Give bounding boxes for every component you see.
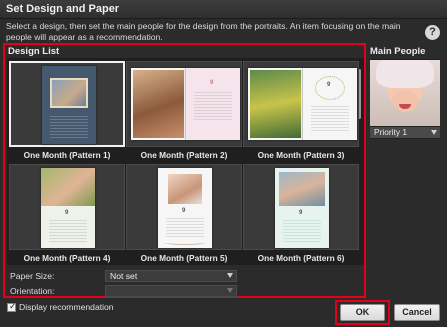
paper-size-label: Paper Size: bbox=[10, 271, 55, 281]
design-thumb-2[interactable]: 9 bbox=[126, 61, 242, 147]
design-thumb-6[interactable]: 9 bbox=[243, 164, 359, 250]
design-label-3: One Month (Pattern 3) bbox=[257, 150, 345, 160]
design-label-4: One Month (Pattern 4) bbox=[23, 253, 111, 263]
priority-value: Priority 1 bbox=[374, 127, 408, 137]
display-recommendation-label: Display recommendation bbox=[19, 302, 114, 312]
orientation-select[interactable] bbox=[105, 285, 237, 297]
design-label-2: One Month (Pattern 2) bbox=[140, 150, 228, 160]
chevron-down-icon bbox=[227, 273, 233, 278]
design-label-5: One Month (Pattern 5) bbox=[140, 253, 228, 263]
chevron-down-icon bbox=[227, 288, 233, 293]
cancel-button[interactable]: Cancel bbox=[394, 304, 440, 321]
design-thumb-3[interactable]: 9 bbox=[243, 61, 359, 147]
design-label-6: One Month (Pattern 6) bbox=[257, 253, 345, 263]
design-label-1: One Month (Pattern 1) bbox=[23, 150, 111, 160]
main-people-title: Main People bbox=[370, 46, 426, 57]
paper-size-value: Not set bbox=[110, 271, 138, 281]
main-person-portrait[interactable] bbox=[370, 60, 440, 126]
chevron-down-icon bbox=[431, 130, 437, 135]
display-recommendation-checkbox[interactable]: ✓ bbox=[7, 301, 17, 312]
ok-button[interactable]: OK bbox=[340, 304, 385, 321]
paper-size-select[interactable]: Not set bbox=[105, 270, 237, 282]
design-thumb-4[interactable]: 9 bbox=[9, 164, 125, 250]
orientation-label: Orientation: bbox=[10, 286, 55, 296]
hat-shape bbox=[376, 60, 434, 88]
design-list-title: Design List bbox=[8, 46, 60, 57]
design-thumb-1[interactable] bbox=[9, 61, 125, 147]
priority-select[interactable]: Priority 1 bbox=[370, 127, 440, 138]
design-thumb-5[interactable]: 9 bbox=[126, 164, 242, 250]
instruction-text: Select a design, then set the main peopl… bbox=[6, 21, 401, 42]
window-title: Set Design and Paper bbox=[0, 0, 447, 19]
help-icon[interactable]: ? bbox=[425, 25, 440, 40]
check-icon: ✓ bbox=[9, 301, 17, 311]
